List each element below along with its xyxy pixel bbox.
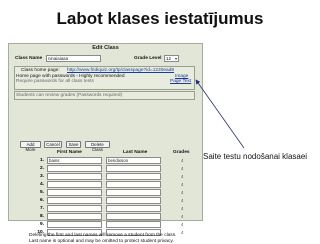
grade-value[interactable]: 4 — [181, 206, 183, 211]
student-row: 7. 4 — [9, 205, 202, 213]
grade-value[interactable]: 4 — [181, 198, 183, 203]
grade-value[interactable]: 4 — [181, 182, 183, 187]
last-name-input[interactable] — [106, 205, 161, 212]
row-number: 3. — [39, 174, 44, 179]
slide-title: Labot klases iestatījumus — [56, 9, 264, 28]
row-number: 7. — [39, 206, 44, 211]
student-row: 3. 4 — [9, 173, 202, 181]
grade-value[interactable]: 4 — [181, 222, 183, 227]
last-name-input[interactable] — [106, 181, 161, 188]
save-button[interactable]: Save — [66, 141, 81, 148]
edit-class-panel: Edit Class Class Name ninaiaiaaa Grade L… — [8, 43, 203, 244]
last-name-input[interactable] — [106, 173, 161, 180]
page-text-link[interactable]: Page Text — [170, 79, 191, 84]
last-name-header: Last Name — [123, 150, 148, 155]
grade-value[interactable]: 4 — [181, 190, 183, 195]
annotation-caption: Saite testu nodošanai klasaei — [203, 152, 308, 161]
first-name-input[interactable] — [47, 213, 102, 220]
grade-level-select[interactable]: 12 — [164, 55, 179, 62]
grade-value[interactable]: 4 — [181, 174, 183, 179]
first-name-input[interactable] — [47, 173, 102, 180]
cancel-button[interactable]: Cancel — [44, 141, 62, 148]
grade-value[interactable]: 4 — [181, 230, 183, 235]
last-name-input[interactable] — [106, 165, 161, 172]
row-number: 2. — [39, 166, 44, 171]
row-number: 6. — [39, 198, 44, 203]
student-row: 5. 4 — [9, 189, 202, 197]
first-name-input[interactable] — [47, 197, 102, 204]
grade-level-label: Grade Level — [134, 56, 162, 61]
student-row: 2. 4 — [9, 165, 202, 173]
last-name-input[interactable] — [106, 197, 161, 204]
class-name-input[interactable]: ninaiaiaaa — [46, 55, 101, 62]
student-row: 9. 4 — [9, 221, 202, 229]
last-name-input[interactable] — [106, 189, 161, 196]
first-name-input[interactable]: bains — [47, 157, 102, 164]
first-name-input[interactable] — [47, 205, 102, 212]
first-name-input[interactable] — [47, 221, 102, 228]
student-row: 8. 4 — [9, 213, 202, 221]
student-row: 1. bains bendixson 4 — [9, 157, 202, 165]
first-name-input[interactable] — [47, 189, 102, 196]
last-name-input[interactable] — [106, 213, 161, 220]
row-number: 9. — [39, 222, 44, 227]
last-name-input[interactable]: bendixson — [106, 157, 161, 164]
grade-value[interactable]: 4 — [181, 214, 183, 219]
last-name-input[interactable] — [106, 221, 161, 228]
review-box: Students can review grades (Passwords re… — [14, 91, 195, 100]
home-page-label: Class home page: — [21, 68, 60, 73]
option-require-passwords[interactable]: Require passwords for all class tests — [16, 79, 94, 84]
grade-value[interactable]: 4 — [181, 166, 183, 171]
home-page-box: Class home page: http://www.fridiquiz.or… — [14, 66, 195, 90]
first-name-input[interactable] — [47, 181, 102, 188]
row-number: 1. — [39, 158, 44, 163]
home-page-url-link[interactable]: http://www.fridiquiz.org/tp/classpage?id… — [67, 68, 174, 73]
row-number: 5. — [39, 190, 44, 195]
add-more-button[interactable]: Add More — [20, 141, 41, 152]
delete-class-button[interactable]: Delete Class — [85, 141, 110, 152]
footer-note-delete: Deleting the first and last names will r… — [29, 233, 177, 238]
row-number: 8. — [39, 214, 44, 219]
class-name-label: Class Name — [15, 56, 43, 61]
panel-title: Edit Class — [92, 45, 119, 51]
grades-header: Grades — [173, 150, 190, 155]
grade-value[interactable]: 4 — [181, 158, 183, 163]
student-row: 6. 4 — [9, 197, 202, 205]
row-number: 4. — [39, 182, 44, 187]
first-name-header: First Name — [57, 150, 82, 155]
student-row: 4. 4 — [9, 181, 202, 189]
first-name-input[interactable] — [47, 165, 102, 172]
option-students-review[interactable]: Students can review grades (Passwords re… — [16, 93, 122, 98]
